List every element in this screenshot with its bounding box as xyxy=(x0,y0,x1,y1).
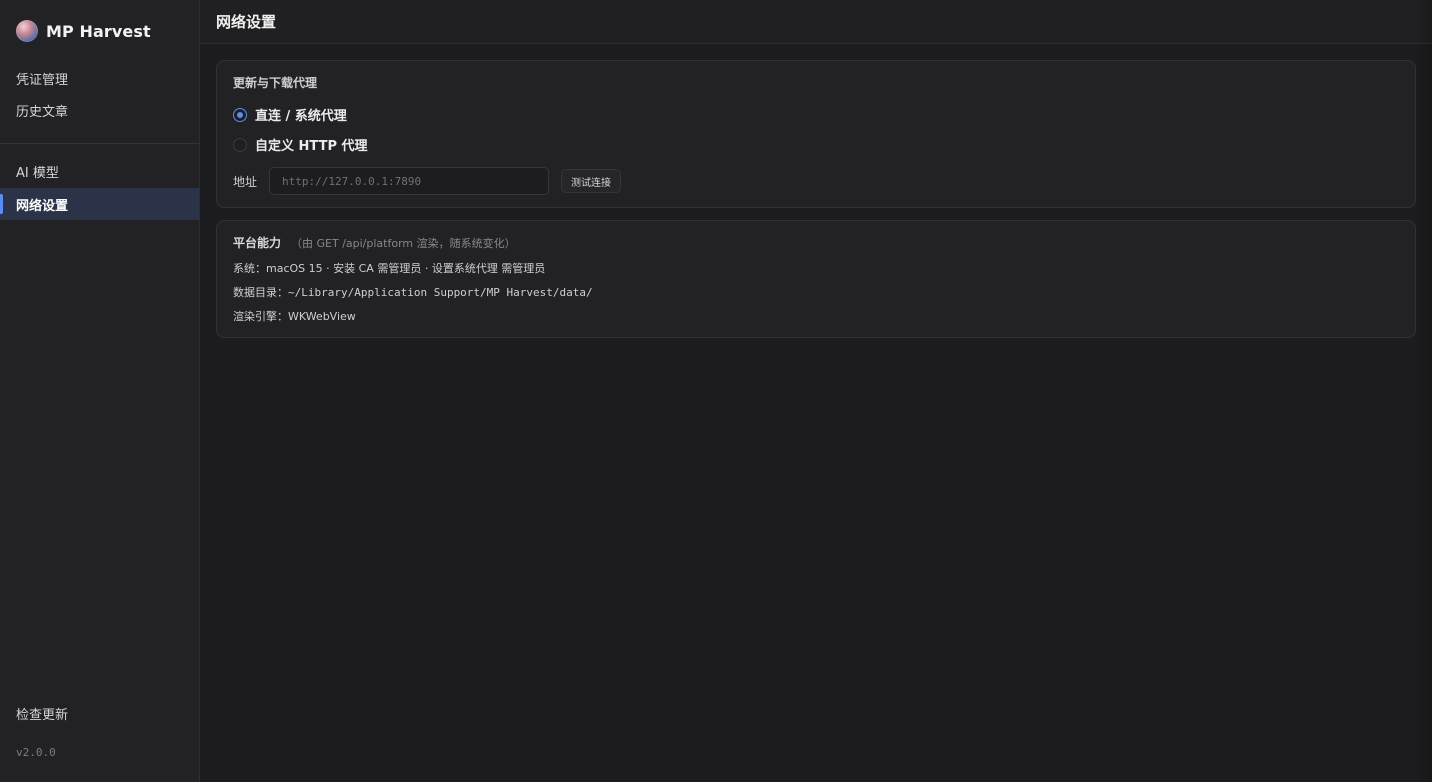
brand: MP Harvest xyxy=(16,19,151,43)
sidebar: MP Harvest 凭证管理 历史文章 AI 模型 网络设置 检查更新 v2.… xyxy=(0,0,200,782)
radio-direct-proxy[interactable]: 直连 / 系统代理 xyxy=(233,105,347,124)
data-dir-label: 数据目录： xyxy=(233,286,288,299)
sidebar-item-history[interactable]: 历史文章 xyxy=(0,94,199,126)
system-value: macOS 15 · 安装 CA 需管理员 · 设置系统代理 需管理员 xyxy=(266,262,546,275)
sidebar-item-credentials[interactable]: 凭证管理 xyxy=(0,62,199,94)
app-name: MP Harvest xyxy=(46,21,151,41)
sidebar-item-network[interactable]: 网络设置 xyxy=(0,188,199,220)
data-dir-info: 数据目录：~/Library/Application Support/MP Ha… xyxy=(233,284,593,300)
version-label: v2.0.0 xyxy=(16,746,56,759)
app-logo-icon xyxy=(16,20,38,42)
platform-note: （由 GET /api/platform 渲染，随系统变化） xyxy=(291,237,516,250)
engine-label: 渲染引擎： xyxy=(233,310,288,323)
radio-direct-label: 直连 / 系统代理 xyxy=(255,109,347,124)
address-row: 地址 测试连接 xyxy=(233,167,621,195)
sidebar-divider xyxy=(0,143,199,144)
proxy-card: 更新与下载代理 直连 / 系统代理 自定义 HTTP 代理 地址 测试连接 xyxy=(216,60,1416,208)
proxy-address-input[interactable] xyxy=(269,167,549,195)
sidebar-item-ai-model[interactable]: AI 模型 xyxy=(0,155,199,187)
platform-header: 平台能力 （由 GET /api/platform 渲染，随系统变化） xyxy=(233,234,516,251)
system-info: 系统：macOS 15 · 安装 CA 需管理员 · 设置系统代理 需管理员 xyxy=(233,260,545,276)
radio-checked-icon[interactable] xyxy=(233,107,247,122)
engine-value: WKWebView xyxy=(288,310,356,323)
system-label: 系统： xyxy=(233,262,266,275)
main-content: 网络设置 更新与下载代理 直连 / 系统代理 自定义 HTTP 代理 地址 测试… xyxy=(200,0,1432,782)
top-bar: 网络设置 xyxy=(200,0,1432,44)
radio-unchecked-icon[interactable] xyxy=(233,137,247,152)
platform-card: 平台能力 （由 GET /api/platform 渲染，随系统变化） 系统：m… xyxy=(216,220,1416,338)
page-title: 网络设置 xyxy=(216,13,277,31)
check-update-button[interactable]: 检查更新 xyxy=(0,697,199,729)
radio-custom-label: 自定义 HTTP 代理 xyxy=(255,139,368,154)
test-connection-button[interactable]: 测试连接 xyxy=(561,169,621,193)
proxy-card-title: 更新与下载代理 xyxy=(233,76,318,90)
address-label: 地址 xyxy=(233,174,258,189)
right-edge-shade xyxy=(1414,0,1432,782)
platform-title: 平台能力 xyxy=(233,236,282,250)
data-dir-value: ~/Library/Application Support/MP Harvest… xyxy=(288,286,593,299)
app-window: MP Harvest 凭证管理 历史文章 AI 模型 网络设置 检查更新 v2.… xyxy=(0,0,1432,782)
radio-custom-http-proxy[interactable]: 自定义 HTTP 代理 xyxy=(233,135,368,154)
engine-info: 渲染引擎：WKWebView xyxy=(233,308,356,324)
